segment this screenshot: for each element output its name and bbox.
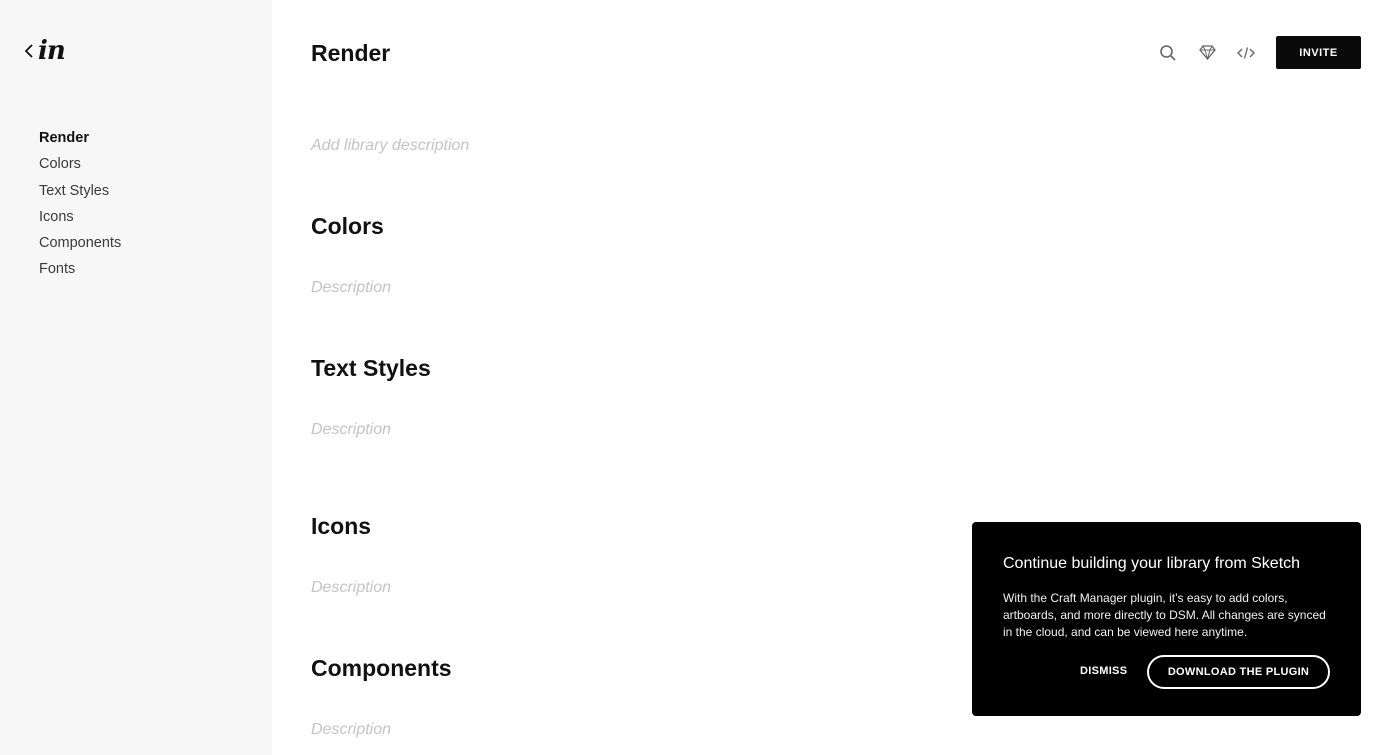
section-description-icons[interactable]: Description — [311, 579, 391, 597]
section-description-colors[interactable]: Description — [311, 279, 391, 297]
invision-logo[interactable]: in — [38, 36, 66, 66]
download-plugin-button[interactable]: DOWNLOAD THE PLUGIN — [1147, 655, 1330, 689]
search-icon[interactable] — [1156, 41, 1180, 65]
toast-title: Continue building your library from Sket… — [1003, 555, 1301, 572]
section-description-text-styles[interactable]: Description — [311, 421, 391, 439]
library-description-field[interactable]: Add library description — [311, 137, 469, 155]
toast-body: With the Craft Manager plugin, it’s easy… — [1003, 591, 1326, 639]
sidebar-item-fonts[interactable]: Fonts — [39, 259, 121, 285]
page-title: Render — [311, 40, 391, 66]
section-title-components: Components — [311, 655, 452, 681]
sidebar-item-render[interactable]: Render — [39, 128, 121, 154]
section-title-icons: Icons — [311, 513, 372, 539]
brand: in — [22, 36, 66, 66]
sketch-plugin-toast: Continue building your library from Sket… — [972, 522, 1361, 716]
sidebar: in Render Colors Text Styles Icons Compo… — [0, 0, 272, 755]
sidebar-nav: Render Colors Text Styles Icons Componen… — [39, 128, 121, 286]
dismiss-button[interactable]: DISMISS — [1080, 665, 1127, 677]
code-icon[interactable] — [1234, 41, 1258, 65]
invite-button[interactable]: INVITE — [1276, 36, 1361, 69]
header-toolbar: INVITE — [1156, 36, 1361, 69]
sidebar-item-components[interactable]: Components — [39, 233, 121, 259]
section-description-components[interactable]: Description — [311, 721, 391, 739]
sidebar-item-icons[interactable]: Icons — [39, 207, 121, 233]
section-title-colors: Colors — [311, 213, 384, 239]
sketch-diamond-icon[interactable] — [1195, 41, 1219, 65]
section-title-text-styles: Text Styles — [311, 355, 431, 381]
sidebar-item-colors[interactable]: Colors — [39, 154, 121, 180]
chevron-left-icon[interactable] — [22, 39, 36, 63]
sidebar-item-text-styles[interactable]: Text Styles — [39, 181, 121, 207]
